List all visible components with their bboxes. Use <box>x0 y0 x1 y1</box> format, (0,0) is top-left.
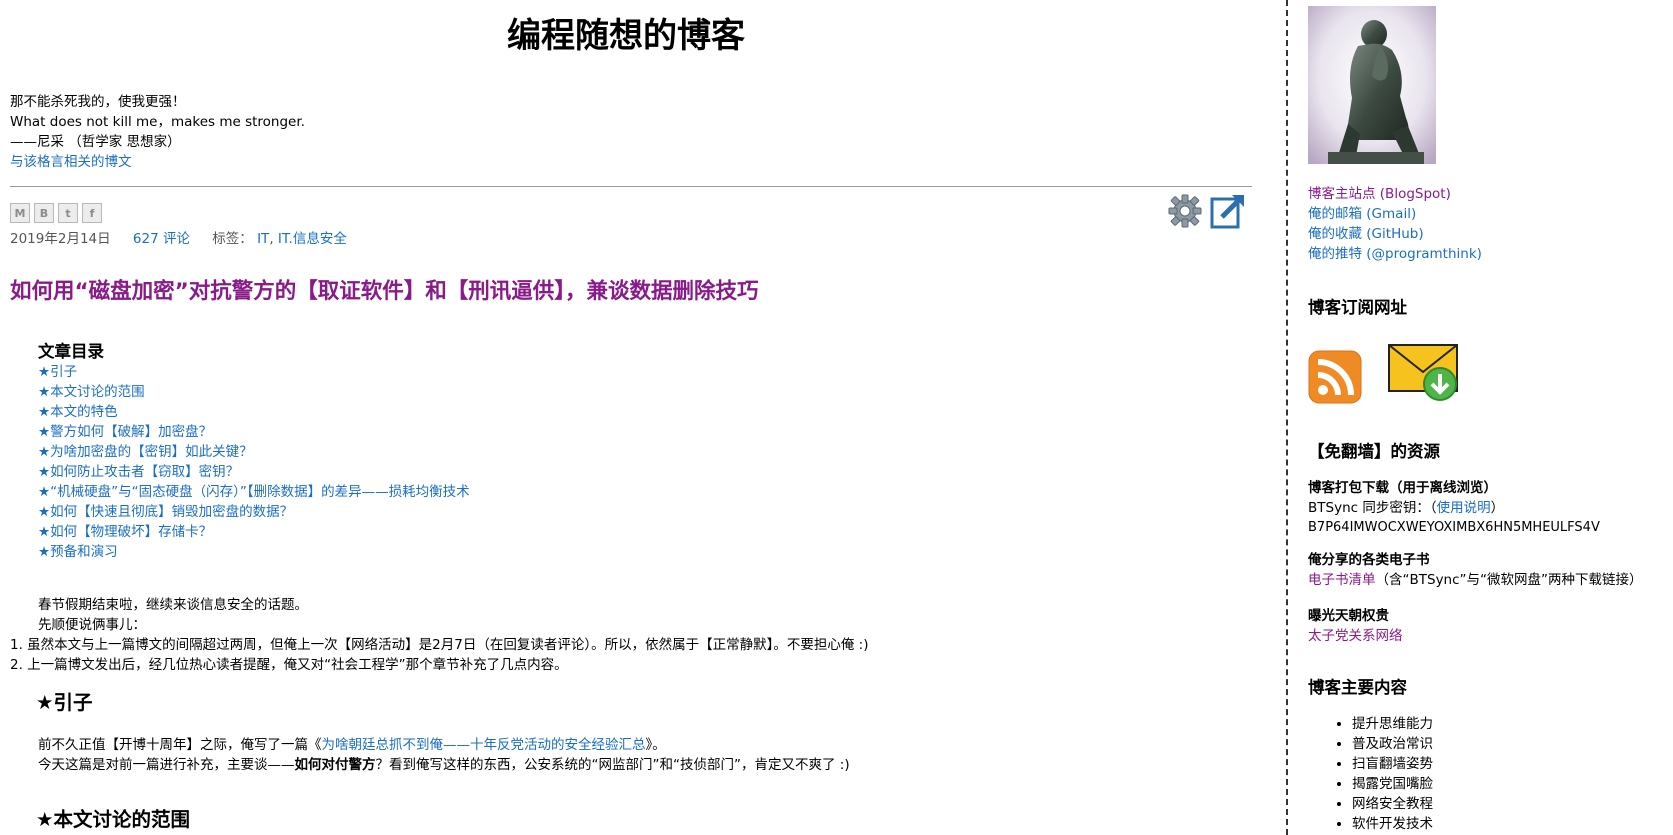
text-span: 今天这篇是对前一篇进行补充，主要谈—— <box>38 757 295 773</box>
ebook-block: 俺分享的各类电子书 电子书清单（含“BTSync”与“微软网盘”两种下载链接） <box>1308 550 1643 590</box>
motto-author: ——尼采 （哲学家 思想家） <box>10 134 181 150</box>
blogger-icon: B <box>39 206 49 220</box>
admin-tools <box>1168 193 1246 229</box>
list-item[interactable]: 网络安全教程 <box>1352 794 1433 814</box>
motto-related-link[interactable]: 与该格言相关的博文 <box>10 154 132 170</box>
email-icon: M <box>14 206 26 220</box>
toc-item[interactable]: ★引子 <box>38 362 470 382</box>
intro-list-item-2: 2. 上一篇博文发出后，经几位热心读者提醒，俺又对“社会工程学”那个章节补充了几… <box>10 657 568 673</box>
subscribe-heading: 博客订阅网址 <box>1308 298 1407 317</box>
gmail-link[interactable]: 俺的邮箱 (Gmail) <box>1308 206 1416 222</box>
section-heading-intro: ★引子 <box>36 691 93 714</box>
motto-block: 那不能杀死我的，使我更强！ What does not kill me，make… <box>10 92 305 172</box>
toc-item[interactable]: ★预备和演习 <box>38 542 470 562</box>
twitter-icon: t <box>65 206 71 220</box>
btsync-suffix: ） <box>1490 500 1505 516</box>
intro-list-item-1: 1. 虽然本文与上一篇博文的间隔超过两周，但俺上一次【网络活动】是2月7日（在回… <box>10 637 869 653</box>
post-date: 2019年2月14日 <box>10 231 111 247</box>
sidebar: 博客主站点 (BlogSpot) 俺的邮箱 (Gmail) 俺的收藏 (GitH… <box>1308 0 1668 835</box>
edit-post-icon[interactable] <box>1210 193 1246 229</box>
list-item[interactable]: 软件开发技术 <box>1352 814 1433 834</box>
gear-icon[interactable] <box>1168 194 1202 228</box>
list-item[interactable]: 提升思维能力 <box>1352 714 1433 734</box>
rss-feed-icon[interactable] <box>1308 350 1362 404</box>
offline-download-block: 博客打包下载（用于离线浏览） BTSync 同步密钥：（使用说明） B7P64I… <box>1308 478 1600 538</box>
section-intro-paragraph-1: 前不久正值【开博十周年】之际，俺写了一篇《为啥朝廷总抓不到俺——十年反党活动的安… <box>38 735 666 755</box>
intro-paragraph: 春节假期结束啦，继续来谈信息安全的话题。 <box>38 597 308 613</box>
blogspot-link[interactable]: 博客主站点 (BlogSpot) <box>1308 186 1451 202</box>
ebook-list-link[interactable]: 电子书清单 <box>1308 572 1376 588</box>
toc-item[interactable]: ★如何【快速且彻底】销毁加密盘的数据？ <box>38 502 470 522</box>
page: 编程随想的博客 那不能杀死我的，使我更强！ What does not kill… <box>0 0 1673 835</box>
toc-item[interactable]: ★“机械硬盘”与“固态硬盘（闪存）”【删除数据】的差异——损耗均衡技术 <box>38 482 470 502</box>
toc-item[interactable]: ★本文的特色 <box>38 402 470 422</box>
previous-post-link[interactable]: 为啥朝廷总抓不到俺——十年反党活动的安全经验汇总 <box>322 737 646 753</box>
list-item[interactable]: 扫盲翻墙姿势 <box>1352 754 1433 774</box>
main-column: 编程随想的博客 那不能杀死我的，使我更强！ What does not kill… <box>10 0 1252 835</box>
share-email-button[interactable]: M <box>10 203 30 223</box>
post-comments-link[interactable]: 627 评论 <box>133 231 190 247</box>
post-meta: 2019年2月14日 627 评论 标签： IT, IT.信息安全 <box>10 229 347 249</box>
profile-links: 博客主站点 (BlogSpot) 俺的邮箱 (Gmail) 俺的收藏 (GitH… <box>1308 184 1482 264</box>
list-item[interactable]: 普及政治常识 <box>1352 734 1433 754</box>
offline-download-title: 博客打包下载（用于离线浏览） <box>1308 480 1497 496</box>
blog-title[interactable]: 编程随想的博客 <box>10 14 1242 58</box>
table-of-contents: 文章目录 ★引子 ★本文讨论的范围 ★本文的特色 ★警方如何【破解】加密盘？ ★… <box>38 340 470 562</box>
post-labels-prefix: 标签： <box>212 231 253 247</box>
motto-line-en: What does not kill me，makes me stronger. <box>10 114 305 130</box>
share-bar: M B t f <box>10 203 102 223</box>
facebook-icon: f <box>89 206 95 220</box>
share-facebook-button[interactable]: f <box>82 203 102 223</box>
btsync-help-link[interactable]: 使用说明 <box>1437 500 1491 516</box>
github-link[interactable]: 俺的收藏 (GitHub) <box>1308 226 1424 242</box>
post-label-it-security[interactable]: IT.信息安全 <box>278 231 347 247</box>
post-title[interactable]: 如何用“磁盘加密”对抗警方的【取证软件】和【刑讯逼供】，兼谈数据删除技巧 <box>10 276 759 308</box>
share-twitter-button[interactable]: t <box>58 203 78 223</box>
ebook-title: 俺分享的各类电子书 <box>1308 552 1430 568</box>
princeling-network-link[interactable]: 太子党关系网络 <box>1308 628 1403 644</box>
ebook-note: （含“BTSync”与“微软网盘”两种下载链接） <box>1375 572 1643 588</box>
email-subscribe-icon[interactable] <box>1388 344 1460 402</box>
resources-heading: 【免翻墙】的资源 <box>1308 442 1440 461</box>
main-topics-list: 提升思维能力 普及政治常识 扫盲翻墙姿势 揭露党国嘴脸 网络安全教程 软件开发技… <box>1330 714 1433 834</box>
toc-item[interactable]: ★警方如何【破解】加密盘？ <box>38 422 470 442</box>
avatar[interactable] <box>1308 6 1436 164</box>
text-span: 前不久正值【开博十周年】之际，俺写了一篇《 <box>38 737 322 753</box>
toc-title: 文章目录 <box>38 342 104 361</box>
list-item[interactable]: 揭露党国嘴脸 <box>1352 774 1433 794</box>
share-blogthis-button[interactable]: B <box>34 203 54 223</box>
expose-block: 曝光天朝权贵 太子党关系网络 <box>1308 606 1403 646</box>
intro-paragraph-2: 先顺便说俩事儿： <box>38 617 146 633</box>
toc-item[interactable]: ★如何【物理破坏】存储卡？ <box>38 522 470 542</box>
ebook-line: 电子书清单（含“BTSync”与“微软网盘”两种下载链接） <box>1308 570 1643 590</box>
section-heading-scope: ★本文讨论的范围 <box>36 808 190 831</box>
column-divider <box>1286 0 1288 835</box>
motto-line-zh: 那不能杀死我的，使我更强！ <box>10 94 186 110</box>
post-label-it[interactable]: IT <box>257 231 269 247</box>
btsync-key[interactable]: B7P64IMWOCXWEYOXIMBX6HN5MHEULFS4V <box>1308 518 1600 538</box>
section-intro-paragraph-2: 今天这篇是对前一篇进行补充，主要谈——如何对付警方？看到俺写这样的东西，公安系统… <box>38 755 850 775</box>
main-topics-heading: 博客主要内容 <box>1308 678 1407 697</box>
bold-text: 如何对付警方 <box>294 757 376 773</box>
toc-item[interactable]: ★如何防止攻击者【窃取】密钥？ <box>38 462 470 482</box>
text-span: ？看到俺写这样的东西，公安系统的“网监部门”和“技侦部门”，肯定又不爽了 :) <box>375 757 850 773</box>
header-divider <box>10 186 1252 187</box>
text-span: 》。 <box>645 737 666 753</box>
twitter-link[interactable]: 俺的推特 (@programthink) <box>1308 246 1482 262</box>
expose-title: 曝光天朝权贵 <box>1308 608 1389 624</box>
btsync-prefix: BTSync 同步密钥：（ <box>1308 500 1437 516</box>
toc-item[interactable]: ★为啥加密盘的【密钥】如此关键？ <box>38 442 470 462</box>
post-label-separator: , <box>269 231 278 247</box>
toc-item[interactable]: ★本文讨论的范围 <box>38 382 470 402</box>
btsync-line: BTSync 同步密钥：（使用说明） <box>1308 498 1600 518</box>
